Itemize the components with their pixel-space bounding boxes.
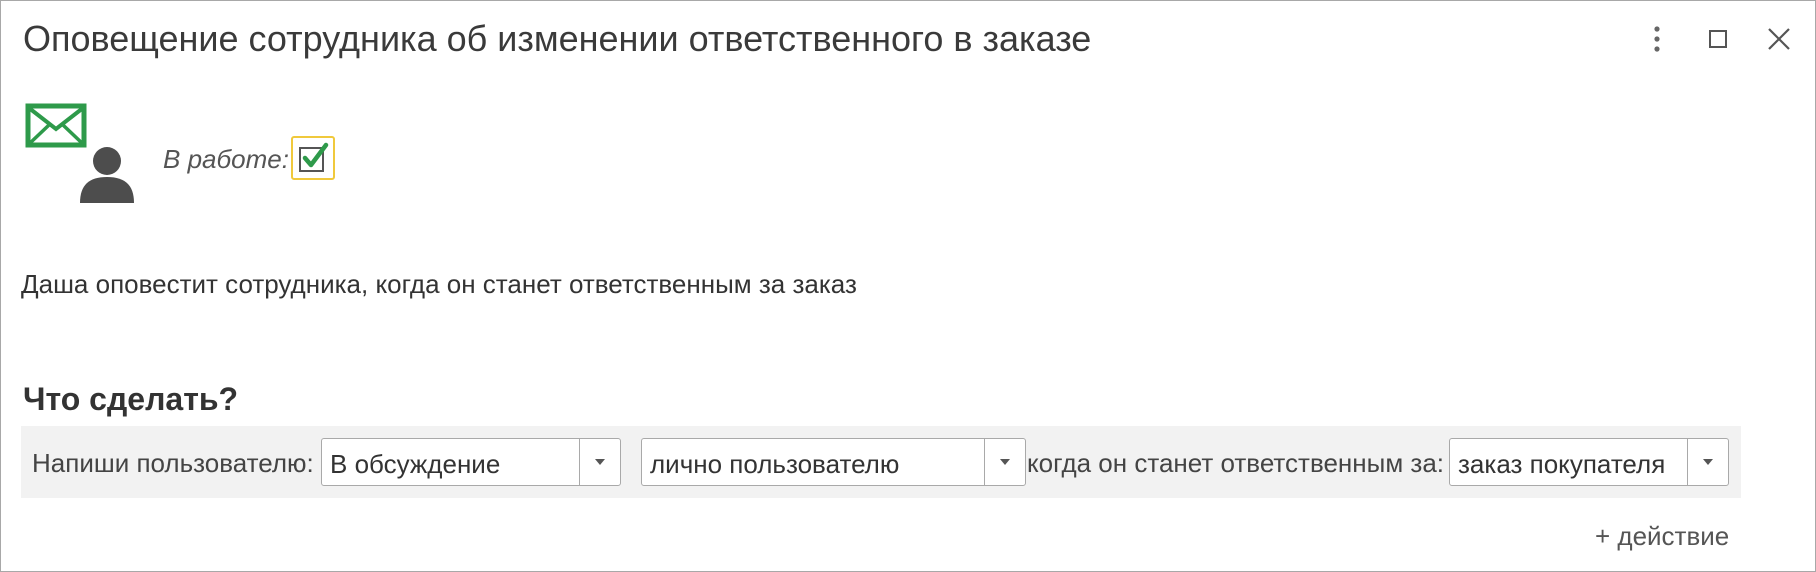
more-menu-button[interactable] (1637, 19, 1677, 59)
envelope-person-icon (25, 103, 134, 203)
checkbox-checked-icon (299, 142, 329, 172)
object-select[interactable]: заказ покупателя (1449, 438, 1729, 486)
channel-dropdown-button[interactable] (579, 439, 620, 485)
more-vertical-icon (1654, 26, 1660, 52)
recipient-value: лично пользователю (650, 449, 900, 479)
in-work-checkbox[interactable] (291, 136, 335, 180)
channel-value: В обсуждение (330, 449, 501, 479)
chevron-down-icon (1000, 459, 1010, 465)
chevron-down-icon (595, 459, 605, 465)
object-value: заказ покупателя (1458, 449, 1666, 479)
description-text: Даша оповестит сотрудника, когда он стан… (21, 269, 857, 299)
when-responsible-label: когда он станет ответственным за: (1027, 448, 1445, 478)
add-action-link[interactable]: + действие (1595, 521, 1729, 552)
window-title: Оповещение сотрудника об изменении ответ… (23, 18, 1092, 59)
maximize-button[interactable] (1698, 19, 1738, 59)
recipient-select[interactable]: лично пользователю (641, 438, 1026, 486)
section-title: Что сделать? (23, 381, 239, 417)
channel-select[interactable]: В обсуждение (321, 438, 621, 486)
title-bar: Оповещение сотрудника об изменении ответ… (1, 1, 1815, 77)
object-dropdown-button[interactable] (1687, 439, 1728, 485)
close-button[interactable] (1759, 19, 1799, 59)
dialog-window: Оповещение сотрудника об изменении ответ… (0, 0, 1816, 572)
action-row: Напиши пользователю: В обсуждение лично … (21, 426, 1741, 498)
maximize-icon (1709, 30, 1727, 48)
write-to-user-label: Напиши пользователю: (32, 448, 314, 478)
close-icon (1768, 28, 1790, 50)
chevron-down-icon (1703, 459, 1713, 465)
recipient-dropdown-button[interactable] (984, 439, 1025, 485)
status-label: В работе: (163, 144, 289, 174)
